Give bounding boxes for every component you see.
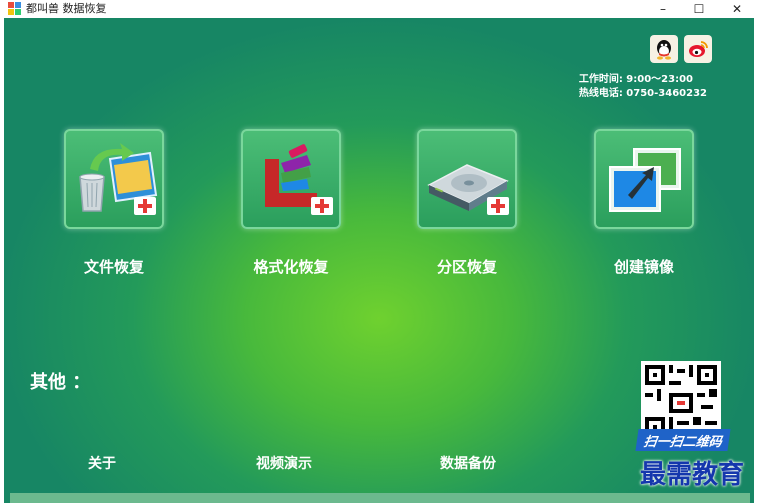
- contact-info: 工作时间: 9:00～23:00 热线电话: 0750-3460232: [579, 73, 707, 101]
- work-hours: 工作时间: 9:00～23:00: [578, 74, 694, 85]
- others-heading: 其他 ：: [30, 372, 91, 393]
- create-image-label[interactable]: 创建镜像: [574, 256, 714, 277]
- weibo-icon[interactable]: [684, 35, 712, 63]
- qq-icon[interactable]: [650, 35, 678, 63]
- social-icons: [650, 35, 712, 63]
- app-logo-icon: [8, 2, 21, 15]
- hotline: 热线电话: 0750-3460232: [578, 88, 707, 99]
- file-recovery-label[interactable]: 文件恢复: [44, 256, 184, 277]
- file-recovery-button[interactable]: [64, 129, 164, 229]
- partition-recovery-icon: [427, 164, 509, 215]
- watermark: 最需教育: [640, 460, 745, 490]
- about-link[interactable]: 关于: [88, 453, 116, 473]
- window-title: 都叫兽 数据恢复: [26, 2, 107, 15]
- bottom-bar: [10, 493, 750, 503]
- title-bar: 都叫兽 数据恢复 – ☐ ✕: [0, 0, 758, 18]
- format-recovery-label[interactable]: 格式化恢复: [221, 256, 361, 277]
- partition-recovery-label[interactable]: 分区恢复: [397, 256, 537, 277]
- create-image-button[interactable]: [594, 129, 694, 229]
- maximize-button[interactable]: ☐: [682, 0, 716, 18]
- main-panel: 工作时间: 9:00～23:00 热线电话: 0750-3460232 文件恢复…: [4, 18, 754, 503]
- format-recovery-button[interactable]: [241, 129, 341, 229]
- qr-banner: 扫一扫二维码: [635, 429, 731, 451]
- file-recovery-icon: [79, 143, 158, 215]
- close-button[interactable]: ✕: [720, 0, 754, 18]
- video-demo-link[interactable]: 视频演示: [256, 453, 312, 473]
- create-image-icon: [609, 148, 681, 212]
- data-backup-link[interactable]: 数据备份: [440, 453, 496, 473]
- minimize-button[interactable]: –: [646, 0, 680, 18]
- format-recovery-icon: [265, 144, 333, 215]
- partition-recovery-button[interactable]: [417, 129, 517, 229]
